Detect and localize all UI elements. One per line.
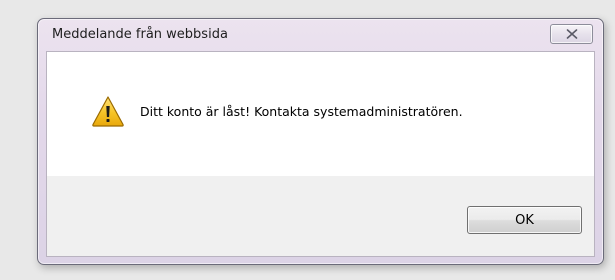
ok-button[interactable]: OK bbox=[467, 206, 582, 234]
alert-dialog: Meddelande från webbsida Ditt konto är l… bbox=[37, 18, 604, 265]
dialog-body: Ditt konto är låst! Kontakta systemadmin… bbox=[46, 51, 595, 257]
page-background: Meddelande från webbsida Ditt konto är l… bbox=[0, 0, 615, 280]
close-button[interactable] bbox=[550, 24, 593, 44]
dialog-title: Meddelande från webbsida bbox=[52, 27, 228, 42]
warning-icon bbox=[92, 96, 124, 127]
dialog-message: Ditt konto är låst! Kontakta systemadmin… bbox=[140, 104, 463, 119]
message-area: Ditt konto är låst! Kontakta systemadmin… bbox=[47, 52, 594, 176]
close-icon bbox=[566, 29, 577, 39]
dialog-footer: OK bbox=[47, 176, 594, 256]
dialog-titlebar[interactable]: Meddelande från webbsida bbox=[38, 19, 603, 52]
